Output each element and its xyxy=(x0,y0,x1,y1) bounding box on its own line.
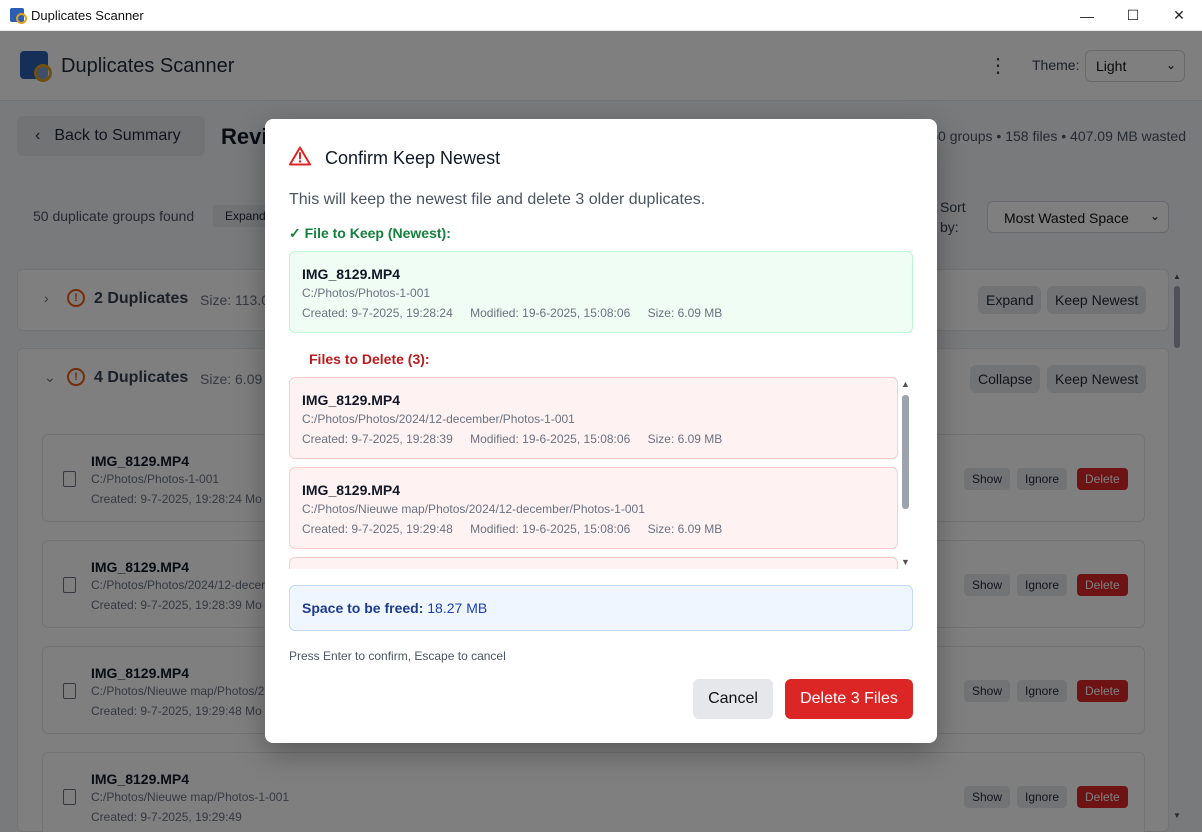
close-window-button[interactable]: ✕ xyxy=(1156,0,1202,31)
delete-file-card: IMG_8129.MP4 C:/Photos/Nieuwe map/Photos… xyxy=(289,467,898,549)
delete-file-name: IMG_8129.MP4 xyxy=(302,392,401,408)
delete-file-path: C:/Photos/Photos/2024/12-december/Photos… xyxy=(302,412,575,426)
delete-file-card xyxy=(289,557,898,569)
confirm-dialog: Confirm Keep Newest This will keep the n… xyxy=(265,119,937,743)
delete-files-button[interactable]: Delete 3 Files xyxy=(785,679,913,719)
window-title: Duplicates Scanner xyxy=(31,7,144,23)
delete-file-meta: Created: 9-7-2025, 19:29:48 Modified: 19… xyxy=(302,522,736,536)
created-date: Created: 9-7-2025, 19:29:48 xyxy=(302,522,453,536)
keep-file-name: IMG_8129.MP4 xyxy=(302,266,401,282)
delete-file-list[interactable]: IMG_8129.MP4 C:/Photos/Photos/2024/12-de… xyxy=(289,377,913,569)
scroll-down-icon[interactable]: ▼ xyxy=(901,557,910,567)
dialog-title: Confirm Keep Newest xyxy=(325,148,501,168)
delete-file-name: IMG_8129.MP4 xyxy=(302,482,401,498)
keep-file-path: C:/Photos/Photos-1-001 xyxy=(302,286,431,300)
warning-triangle-icon xyxy=(289,146,311,166)
delete-label: Files to Delete (3): xyxy=(309,351,430,367)
space-freed-label: Space to be freed: xyxy=(302,600,424,616)
maximize-button[interactable]: ☐ xyxy=(1110,0,1156,31)
app-icon xyxy=(10,8,27,24)
dialog-description: This will keep the newest file and delet… xyxy=(289,191,706,208)
file-size: Size: 6.09 MB xyxy=(647,432,723,446)
created-date: Created: 9-7-2025, 19:28:24 xyxy=(302,306,453,320)
keep-file-card: IMG_8129.MP4 C:/Photos/Photos-1-001 Crea… xyxy=(289,251,913,333)
cancel-button[interactable]: Cancel xyxy=(693,679,773,719)
window-titlebar: Duplicates Scanner — ☐ ✕ xyxy=(0,0,1202,31)
keep-label: ✓ File to Keep (Newest): xyxy=(289,225,451,242)
modified-date: Modified: 19-6-2025, 15:08:06 xyxy=(470,432,631,446)
file-size: Size: 6.09 MB xyxy=(647,306,723,320)
minimize-button[interactable]: — xyxy=(1064,0,1110,31)
checkmark-icon: ✓ xyxy=(289,225,305,241)
space-freed-value: 18.27 MB xyxy=(427,600,488,616)
scrollbar-thumb[interactable] xyxy=(902,395,909,509)
file-size: Size: 6.09 MB xyxy=(647,522,723,536)
delete-file-path: C:/Photos/Nieuwe map/Photos/2024/12-dece… xyxy=(302,502,645,516)
modified-date: Modified: 19-6-2025, 15:08:06 xyxy=(470,306,631,320)
keep-file-meta: Created: 9-7-2025, 19:28:24 Modified: 19… xyxy=(302,306,736,320)
delete-file-card: IMG_8129.MP4 C:/Photos/Photos/2024/12-de… xyxy=(289,377,898,459)
space-freed-box: Space to be freed: 18.27 MB xyxy=(289,585,913,631)
modified-date: Modified: 19-6-2025, 15:08:06 xyxy=(470,522,631,536)
scroll-up-icon[interactable]: ▲ xyxy=(901,379,910,389)
keep-label-text: File to Keep (Newest): xyxy=(304,225,451,241)
keyboard-hint: Press Enter to confirm, Escape to cancel xyxy=(289,649,506,663)
delete-file-meta: Created: 9-7-2025, 19:28:39 Modified: 19… xyxy=(302,432,736,446)
dialog-scrollbar[interactable]: ▲ ▼ xyxy=(901,377,911,567)
created-date: Created: 9-7-2025, 19:28:39 xyxy=(302,432,453,446)
